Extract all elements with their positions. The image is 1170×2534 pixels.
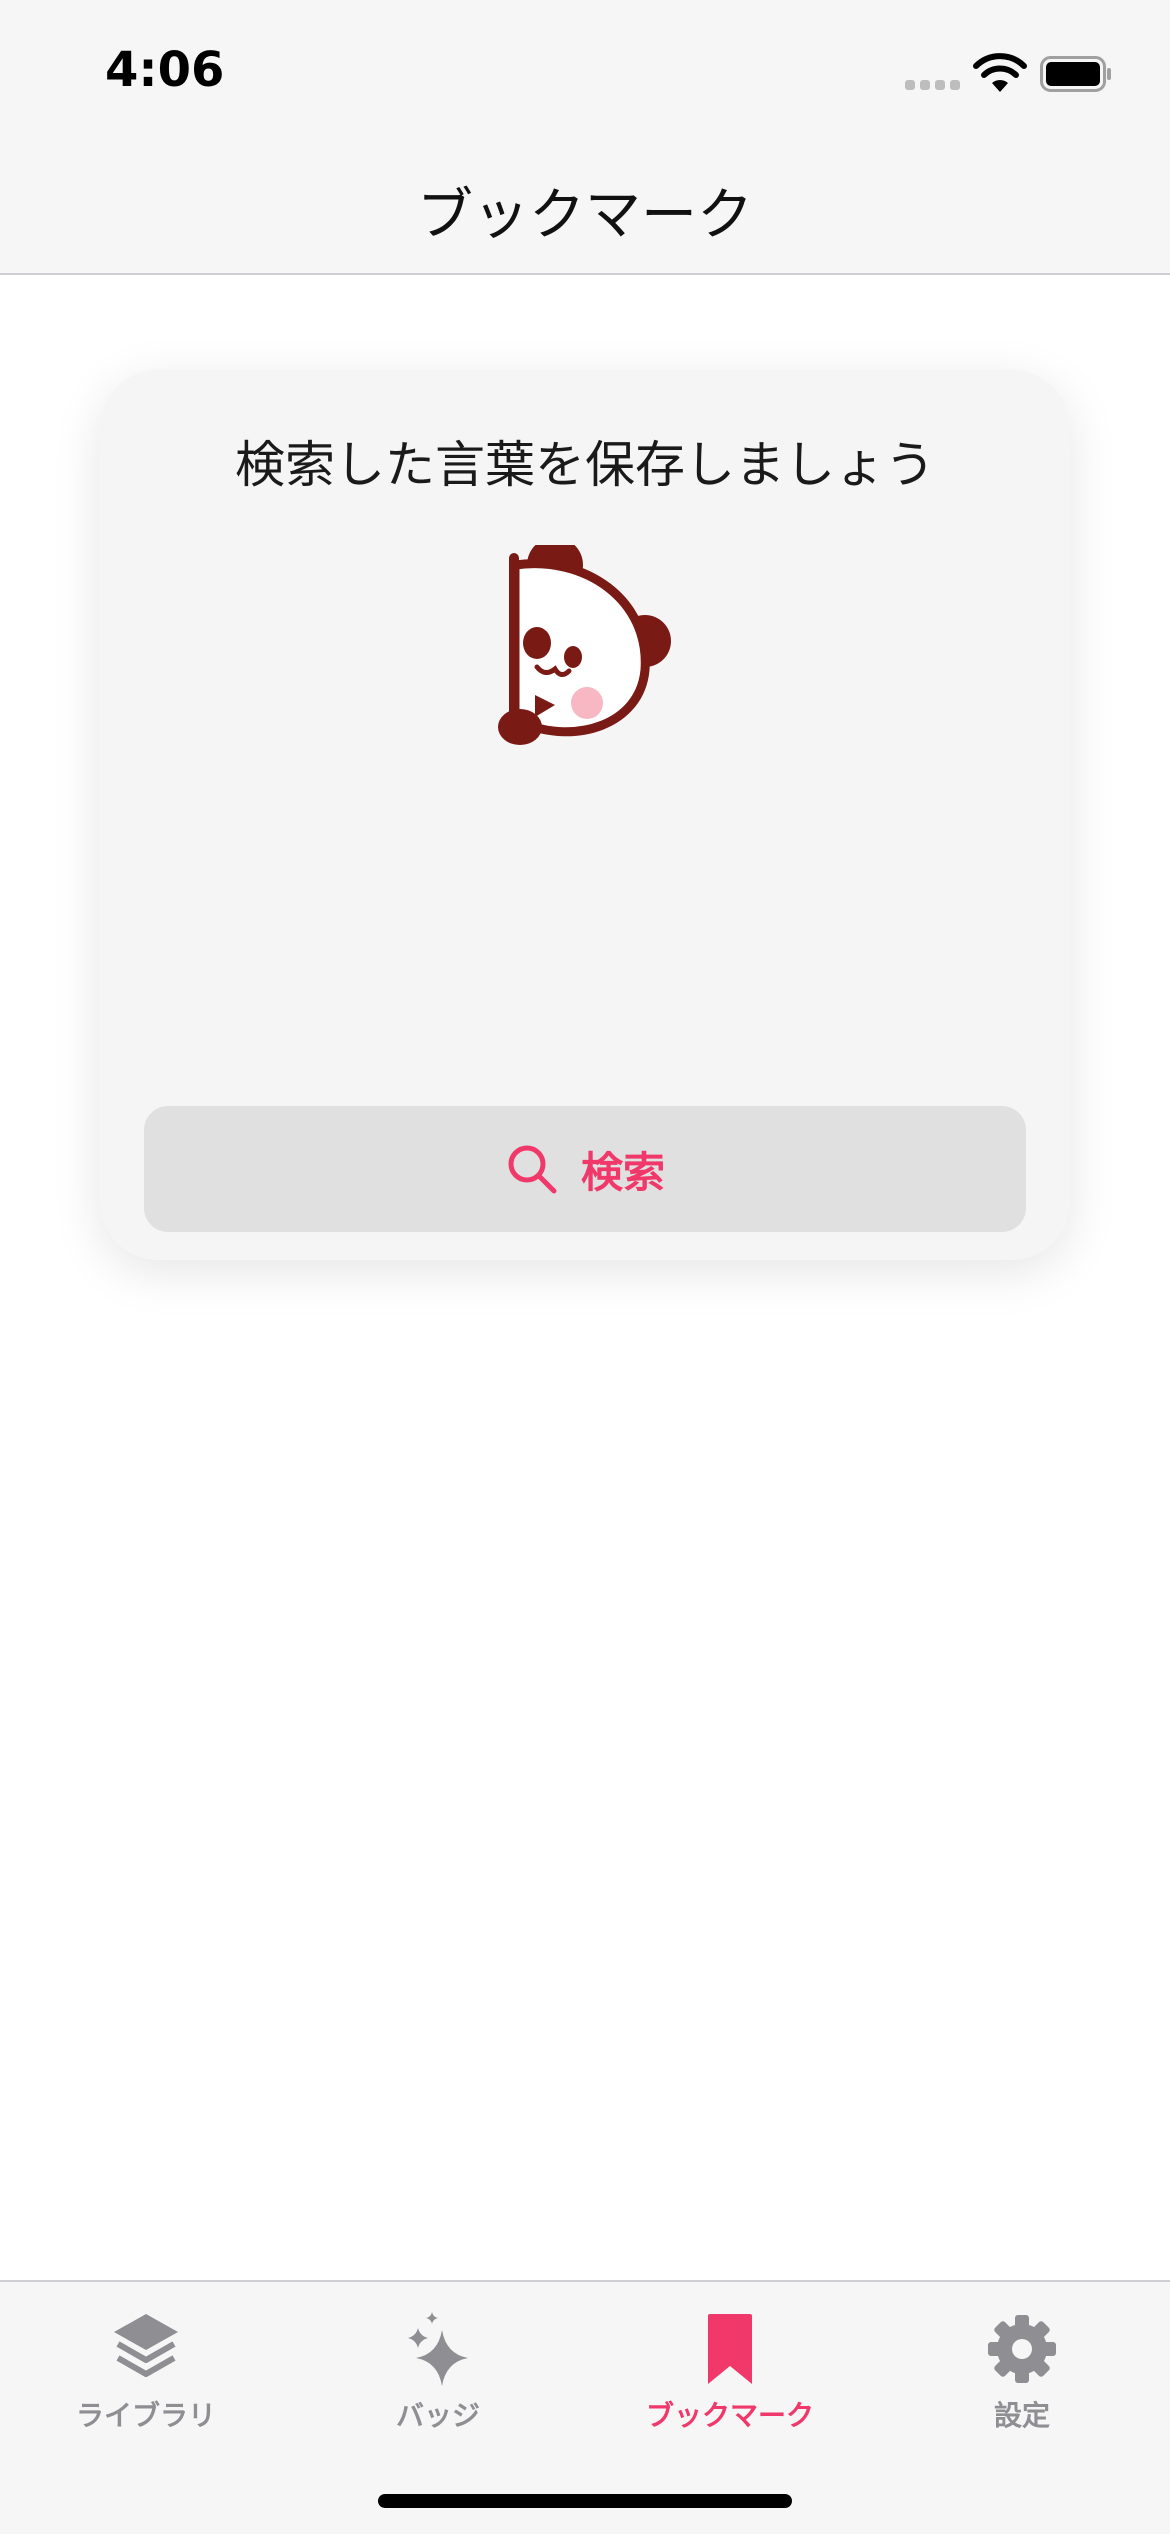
bookmark-icon (708, 2314, 752, 2384)
tab-badges-label: バッジ (395, 2399, 480, 2432)
home-indicator[interactable] (378, 2494, 792, 2508)
search-button[interactable]: 検索 (144, 1106, 1026, 1232)
navigation-bar: ブックマーク (0, 140, 1170, 275)
tab-bookmark-label: ブックマーク (645, 2399, 814, 2432)
tab-bookmark[interactable]: ブックマーク (584, 2310, 876, 2450)
page-title: ブックマーク (417, 183, 753, 248)
tab-badges[interactable]: バッジ (292, 2310, 584, 2450)
tab-library[interactable]: ライブラリ (0, 2310, 292, 2450)
panda-icon (498, 545, 671, 745)
tab-settings-label: 設定 (993, 2399, 1050, 2432)
bookmark-empty-card: 検索した言葉を保存しましょう 検索 (100, 370, 1070, 1260)
tab-settings[interactable]: 設定 (876, 2310, 1168, 2450)
gear-icon (988, 2315, 1056, 2383)
battery-icon (1040, 56, 1111, 92)
wifi-icon (973, 53, 1027, 92)
sparkles-icon (408, 2312, 468, 2386)
status-bar: 4:06 (0, 0, 1170, 140)
empty-state-message: 検索した言葉を保存しましょう (235, 436, 935, 494)
search-icon (508, 1145, 557, 1194)
layers-icon (114, 2314, 178, 2377)
tab-bar: ライブラリ バッジ ブックマーク 設定 (0, 2280, 1170, 2534)
search-button-label: 検索 (580, 1147, 665, 1197)
cellular-signal-icon (905, 80, 961, 90)
status-time: 4:06 (105, 42, 225, 98)
tab-library-label: ライブラリ (75, 2399, 216, 2432)
